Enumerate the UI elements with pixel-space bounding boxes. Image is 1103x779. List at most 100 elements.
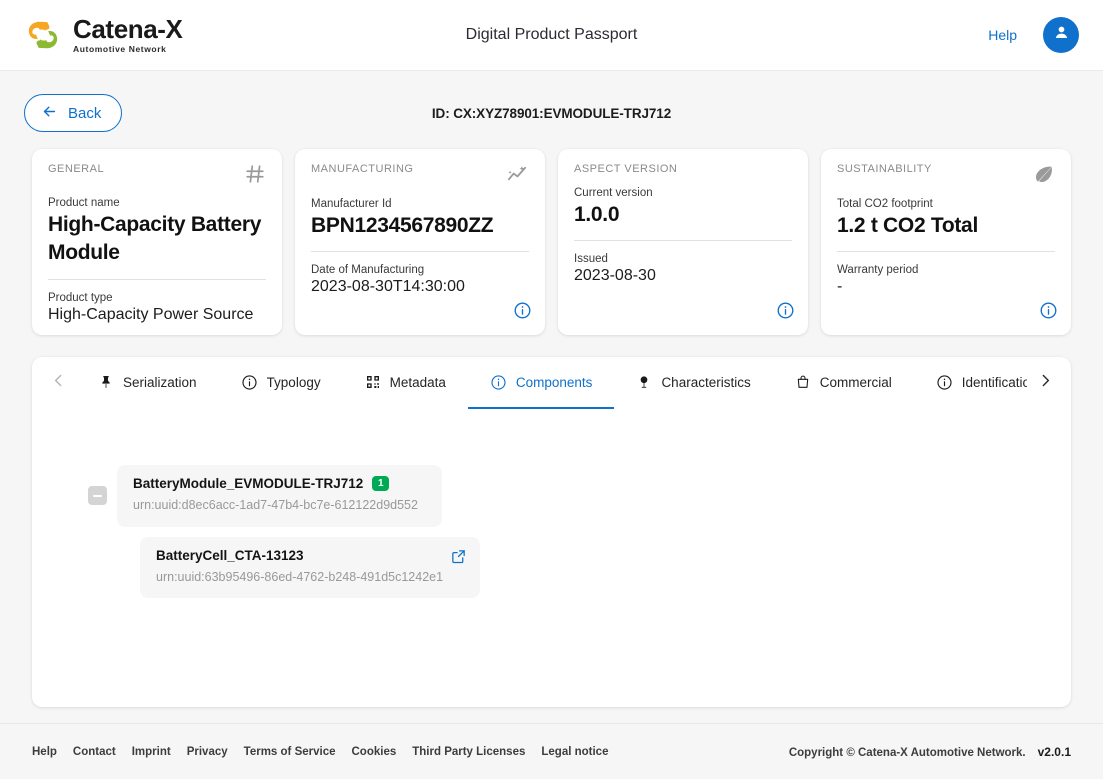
field-label: Total CO2 footprint: [837, 198, 1055, 210]
brand[interactable]: Catena-X Automotive Network: [24, 16, 183, 54]
summary-cards: GENERAL Product name High-Capacity Batte…: [0, 149, 1103, 335]
app-header: Catena-X Automotive Network Digital Prod…: [0, 0, 1103, 71]
tab-commercial[interactable]: Commercial: [773, 357, 914, 409]
footer-link-cookies[interactable]: Cookies: [352, 746, 397, 758]
info-icon[interactable]: [1039, 301, 1058, 325]
leaf-icon: [1032, 163, 1055, 186]
sub-toolbar: Back ID: CX:XYZ78901:EVMODULE-TRJ712: [0, 89, 1103, 137]
field-label: Manufacturer Id: [311, 198, 529, 210]
app-root: Catena-X Automotive Network Digital Prod…: [0, 0, 1103, 779]
card-aspect-version: ASPECT VERSION Current version 1.0.0 Iss…: [558, 149, 808, 335]
card-header: ASPECT VERSION: [574, 163, 792, 175]
tree-node-root[interactable]: BatteryModule_EVMODULE-TRJ712 1 urn:uuid…: [117, 465, 442, 527]
node-title: BatteryCell_CTA-13123: [156, 548, 304, 563]
card-manufacturing: MANUFACTURING Manufacturer Id BPN1234567…: [295, 149, 545, 335]
copyright-text: Copyright © Catena-X Automotive Network.: [789, 747, 1026, 759]
tabs-scroll-right-button[interactable]: [1027, 357, 1063, 409]
tab-metadata[interactable]: Metadata: [343, 357, 468, 409]
tab-label: Components: [516, 375, 593, 390]
catena-x-logo-icon: [24, 16, 62, 54]
tab-label: Metadata: [390, 375, 446, 390]
card-category: GENERAL: [48, 163, 104, 175]
components-tree: BatteryModule_EVMODULE-TRJ712 1 urn:uuid…: [32, 409, 1071, 707]
footer-link-contact[interactable]: Contact: [73, 746, 116, 758]
footer-meta: Copyright © Catena-X Automotive Network.…: [789, 745, 1071, 759]
tab-bar: Serialization Typology: [32, 357, 1071, 409]
collapse-toggle-button[interactable]: [88, 486, 107, 505]
footer-link-terms-of-service[interactable]: Terms of Service: [244, 746, 336, 758]
info-icon[interactable]: [776, 301, 795, 325]
tab-label: Identificatio: [962, 375, 1027, 390]
external-link-icon[interactable]: [450, 548, 467, 570]
info-icon: [241, 374, 258, 391]
card-divider: [837, 251, 1055, 252]
field-value: 1.2 t CO2 Total: [837, 212, 1055, 240]
tab-label: Characteristics: [661, 375, 750, 390]
tab-identification[interactable]: Identificatio: [914, 357, 1027, 409]
pin-icon: [98, 374, 114, 390]
header-actions: Help: [988, 17, 1079, 53]
details-panel: Serialization Typology: [32, 357, 1071, 707]
info-icon: [936, 374, 953, 391]
footer-link-help[interactable]: Help: [32, 746, 57, 758]
info-icon: [490, 374, 507, 391]
avatar-button[interactable]: [1043, 17, 1079, 53]
card-header: GENERAL: [48, 163, 266, 185]
version-label: v2.0.1: [1038, 745, 1071, 759]
footer-link-legal-notice[interactable]: Legal notice: [541, 746, 608, 758]
passport-id-label: ID: CX:XYZ78901:EVMODULE-TRJ712: [0, 106, 1103, 121]
field-label: Product name: [48, 197, 266, 209]
tab-label: Commercial: [820, 375, 892, 390]
field-label: Product type: [48, 292, 266, 304]
tab-label: Serialization: [123, 375, 197, 390]
tab-serialization[interactable]: Serialization: [76, 357, 219, 409]
card-divider: [574, 240, 792, 241]
footer-link-third-party-licenses[interactable]: Third Party Licenses: [412, 746, 525, 758]
card-divider: [48, 279, 266, 280]
tab-characteristics[interactable]: Characteristics: [614, 357, 772, 409]
tab-label: Typology: [267, 375, 321, 390]
back-button-label: Back: [68, 105, 101, 122]
field-label: Date of Manufacturing: [311, 264, 529, 276]
node-title-row: BatteryModule_EVMODULE-TRJ712 1: [133, 476, 426, 491]
card-header: MANUFACTURING: [311, 163, 529, 186]
field-value: 2023-08-30T14:30:00: [311, 278, 529, 296]
chevron-left-icon: [50, 372, 67, 394]
field-value: High-Capacity Battery Module: [48, 211, 266, 268]
bag-icon: [795, 374, 811, 390]
footer-link-privacy[interactable]: Privacy: [187, 746, 228, 758]
brand-text: Catena-X Automotive Network: [73, 16, 183, 54]
tree-children: BatteryCell_CTA-13123 urn:uuid:63b95496-…: [140, 537, 1071, 599]
app-footer: Help Contact Imprint Privacy Terms of Se…: [0, 723, 1103, 779]
field-value: BPN1234567890ZZ: [311, 212, 529, 240]
minus-icon: [93, 495, 102, 497]
tabs-scroll-left-button[interactable]: [40, 357, 76, 409]
tab-typology[interactable]: Typology: [219, 357, 343, 409]
user-icon: [1052, 23, 1071, 47]
field-value: High-Capacity Power Source: [48, 306, 266, 324]
card-category: MANUFACTURING: [311, 163, 413, 175]
back-button[interactable]: Back: [24, 94, 122, 132]
tree-root-row: BatteryModule_EVMODULE-TRJ712 1 urn:uuid…: [88, 465, 1071, 527]
brand-name: Catena-X: [73, 16, 183, 43]
field-value: -: [837, 278, 1055, 296]
child-count-badge: 1: [372, 476, 389, 491]
card-divider: [311, 251, 529, 252]
tabs: Serialization Typology: [76, 357, 1027, 409]
help-link[interactable]: Help: [988, 27, 1017, 43]
node-uuid: urn:uuid:d8ec6acc-1ad7-47b4-bc7e-612122d…: [133, 497, 426, 515]
hash-icon: [244, 163, 266, 185]
brand-tagline: Automotive Network: [73, 44, 183, 54]
field-value: 2023-08-30: [574, 267, 792, 285]
trending-sparkle-icon: [506, 163, 529, 186]
tab-components[interactable]: Components: [468, 357, 615, 409]
footer-link-imprint[interactable]: Imprint: [132, 746, 171, 758]
footer-links: Help Contact Imprint Privacy Terms of Se…: [32, 746, 608, 758]
balloon-pin-icon: [636, 374, 652, 390]
node-title: BatteryModule_EVMODULE-TRJ712: [133, 476, 363, 491]
node-uuid: urn:uuid:63b95496-86ed-4762-b248-491d5c1…: [156, 569, 464, 587]
info-icon[interactable]: [513, 301, 532, 325]
tree-node-child[interactable]: BatteryCell_CTA-13123 urn:uuid:63b95496-…: [140, 537, 480, 599]
qr-code-icon: [365, 374, 381, 390]
card-header: SUSTAINABILITY: [837, 163, 1055, 186]
